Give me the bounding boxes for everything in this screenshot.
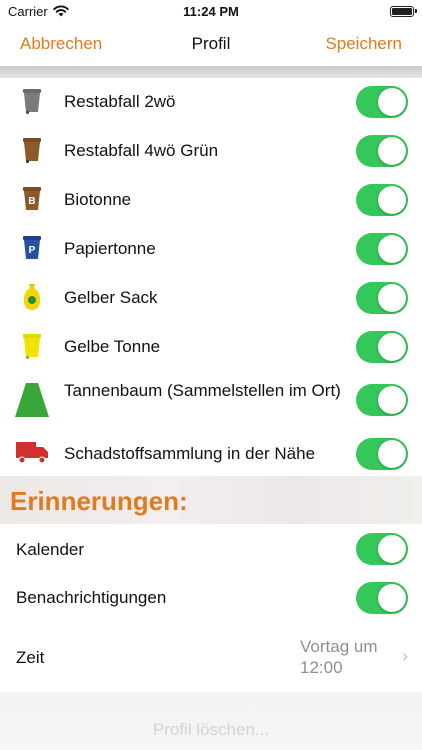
- toggle-biotonne[interactable]: [356, 184, 408, 216]
- time-label: Zeit: [16, 648, 45, 667]
- toggle-notifications[interactable]: [356, 582, 408, 614]
- delete-profile-button[interactable]: Profil löschen...: [0, 720, 422, 740]
- svg-text:B: B: [28, 196, 35, 207]
- tree-icon: [15, 383, 49, 417]
- item-label: Restabfall 2wö: [64, 92, 176, 111]
- item-label: Biotonne: [64, 190, 132, 209]
- carrier-label: Carrier: [8, 3, 48, 19]
- item-label: Gelbe Tonne: [64, 337, 161, 356]
- toggle-restabfall-2wo[interactable]: [356, 86, 408, 118]
- waste-type-list: Restabfall 2wö Restabfall 4wö Grün B Bio…: [0, 78, 422, 476]
- calendar-label: Kalender: [16, 540, 85, 559]
- item-label: Gelber Sack: [64, 288, 158, 307]
- calendar-row: Kalender: [0, 524, 422, 574]
- yellow-bin-icon: [15, 333, 49, 359]
- list-item-schadstoffsammlung: Schadstoffsammlung in der Nähe: [0, 430, 422, 476]
- yellow-sack-icon: [15, 283, 49, 311]
- section-title: Erinnerungen:: [10, 486, 188, 516]
- item-label: Papiertonne: [64, 239, 156, 258]
- list-item-papiertonne: P Papiertonne: [0, 224, 422, 273]
- item-label: Tannenbaum (Sammelstellen im Ort): [64, 381, 341, 400]
- header-separator: [0, 66, 422, 78]
- toggle-gelber-sack[interactable]: [356, 282, 408, 314]
- toggle-restabfall-4wo-gruen[interactable]: [356, 135, 408, 167]
- truck-icon: [15, 440, 49, 464]
- status-bar: Carrier 11:24 PM: [0, 0, 422, 22]
- bio-bin-icon: B: [15, 186, 49, 212]
- chevron-right-icon: ›: [402, 646, 408, 666]
- wifi-icon: [53, 5, 69, 17]
- list-item-biotonne: B Biotonne: [0, 175, 422, 224]
- reminder-settings: Kalender Benachrichtigungen Zeit Vortag …: [0, 524, 422, 692]
- list-item-tannenbaum: Tannenbaum (Sammelstellen im Ort): [0, 371, 422, 430]
- list-item-gelbe-tonne: Gelbe Tonne: [0, 322, 422, 371]
- notifications-label: Benachrichtigungen: [16, 588, 167, 607]
- time-row[interactable]: Zeit Vortag um 12:00 ›: [0, 623, 422, 692]
- toggle-papiertonne[interactable]: [356, 233, 408, 265]
- carrier-info: Carrier: [8, 4, 69, 19]
- list-item-gelber-sack: Gelber Sack: [0, 273, 422, 322]
- toggle-tannenbaum[interactable]: [356, 384, 408, 416]
- brown-bin-icon: [15, 137, 49, 163]
- notifications-row: Benachrichtigungen: [0, 574, 422, 623]
- save-button[interactable]: Speichern: [325, 34, 402, 54]
- navigation-bar: Abbrechen Profil Speichern: [0, 22, 422, 66]
- time-value: Vortag um 12:00: [300, 637, 378, 677]
- cancel-button[interactable]: Abbrechen: [20, 34, 102, 54]
- toggle-calendar[interactable]: [356, 533, 408, 565]
- list-item-restabfall-2wo: Restabfall 2wö: [0, 78, 422, 126]
- svg-text:P: P: [29, 245, 36, 256]
- reminders-section-header: Erinnerungen:: [0, 476, 422, 524]
- item-label: Restabfall 4wö Grün: [64, 141, 219, 160]
- item-label: Schadstoffsammlung in der Nähe: [64, 444, 316, 463]
- battery-icon: [390, 5, 417, 17]
- paper-bin-icon: P: [15, 235, 49, 261]
- list-item-restabfall-4wo-gruen: Restabfall 4wö Grün: [0, 126, 422, 175]
- gray-bin-icon: [15, 88, 49, 114]
- toggle-gelbe-tonne[interactable]: [356, 331, 408, 363]
- footer: Profil löschen...: [0, 692, 422, 750]
- toggle-schadstoffsammlung[interactable]: [356, 438, 408, 470]
